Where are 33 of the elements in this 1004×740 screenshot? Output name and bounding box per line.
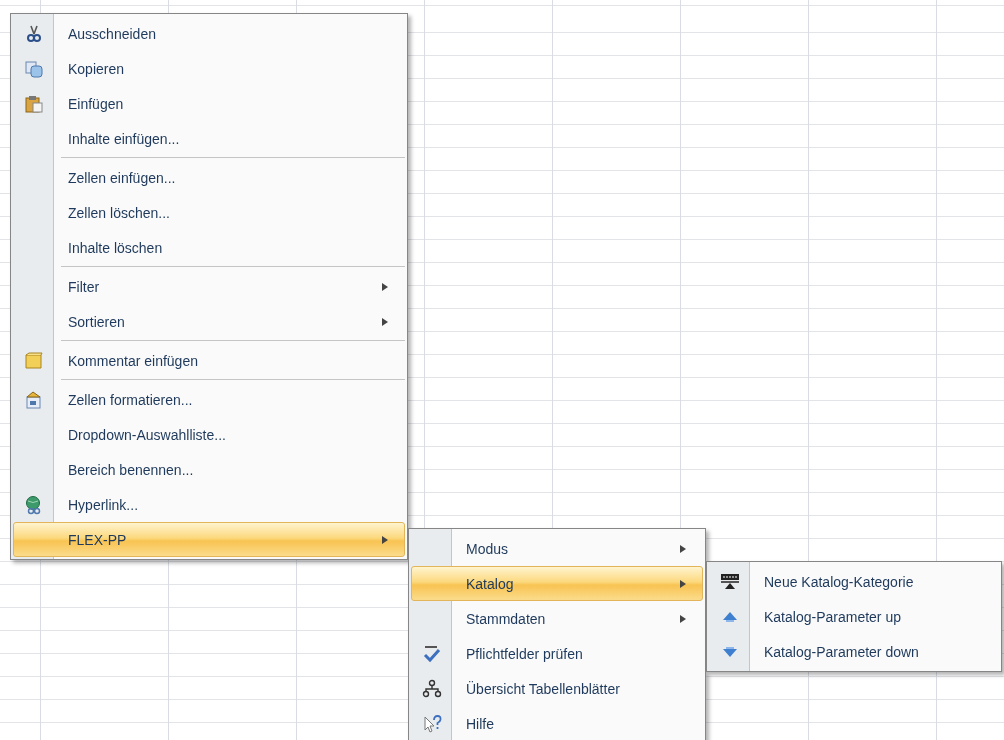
menu-item[interactable]: Inhalte löschen bbox=[13, 230, 405, 265]
menu-item[interactable]: Zellen löschen... bbox=[13, 195, 405, 230]
menu-item[interactable]: Kommentar einfügen bbox=[13, 343, 405, 378]
menu-item[interactable]: FLEX-PP bbox=[13, 522, 405, 557]
copy-icon bbox=[24, 58, 44, 79]
spellcheck-icon bbox=[422, 643, 442, 664]
menu-item[interactable]: Übersicht Tabellenblätter bbox=[411, 671, 703, 706]
menu-item[interactable]: Pflichtfelder prüfen bbox=[411, 636, 703, 671]
menu-item[interactable]: Modus bbox=[411, 531, 703, 566]
clipboard-icon bbox=[24, 93, 44, 114]
menu-item[interactable]: Neue Katalog-Kategorie bbox=[709, 564, 999, 599]
menu-item[interactable]: Einfügen bbox=[13, 86, 405, 121]
menu-item[interactable]: Hilfe bbox=[411, 706, 703, 740]
menu-item[interactable]: Zellen formatieren... bbox=[13, 382, 405, 417]
hierarchy-icon bbox=[422, 678, 442, 699]
scissors-icon bbox=[24, 23, 44, 44]
menu-item[interactable]: Inhalte einfügen... bbox=[13, 121, 405, 156]
toolbar-icon bbox=[720, 571, 740, 592]
menu-item[interactable]: Ausschneiden bbox=[13, 16, 405, 51]
menu-item[interactable]: Filter bbox=[13, 269, 405, 304]
menu-item[interactable]: Bereich benennen... bbox=[13, 452, 405, 487]
help-pointer-icon bbox=[422, 713, 442, 734]
menu-item[interactable]: Sortieren bbox=[13, 304, 405, 339]
menu-item[interactable]: Hyperlink... bbox=[13, 487, 405, 522]
menu-item[interactable]: Zellen einfügen... bbox=[13, 160, 405, 195]
menu-item[interactable]: Dropdown-Auswahlliste... bbox=[13, 417, 405, 452]
menu-item[interactable]: Stammdaten bbox=[411, 601, 703, 636]
menu-item[interactable]: Kopieren bbox=[13, 51, 405, 86]
note-icon bbox=[24, 350, 44, 371]
menu-item[interactable]: Katalog-Parameter down bbox=[709, 634, 999, 669]
menu-item[interactable]: Katalog bbox=[411, 566, 703, 601]
menu-item[interactable]: Katalog-Parameter up bbox=[709, 599, 999, 634]
format-cells-icon bbox=[24, 389, 44, 410]
